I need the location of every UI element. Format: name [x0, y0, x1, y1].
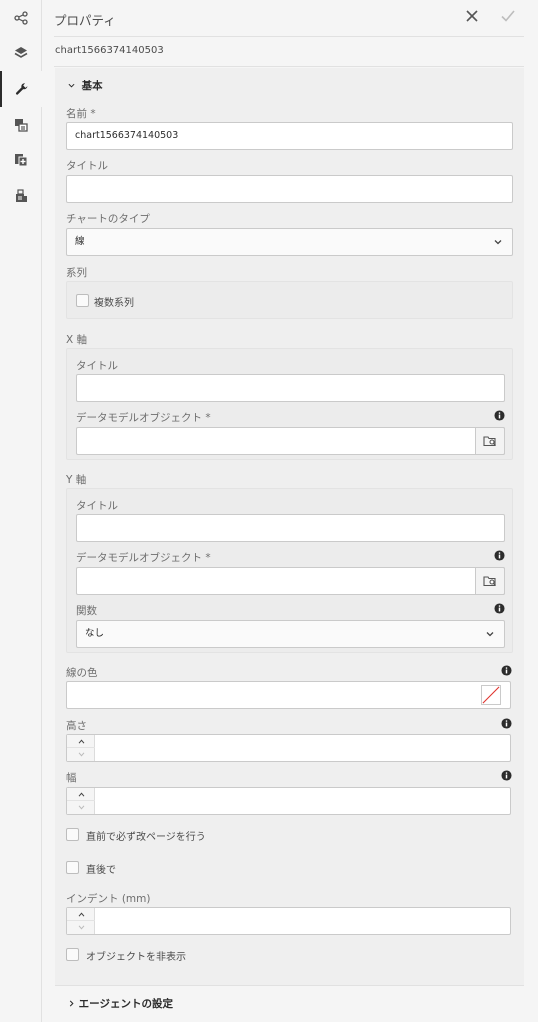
basic-section: 基本 名前 * chart1566374140503 タイトル チャートのタイプ…	[55, 68, 524, 986]
x-axis-data-model-input[interactable]	[76, 427, 505, 455]
page-break-before-label: 直前で必ず改ページを行う	[86, 832, 206, 843]
series-group: 複数系列	[66, 281, 513, 319]
side-rail	[0, 0, 42, 1022]
folder-search-icon	[483, 436, 496, 447]
width-stepper[interactable]	[67, 788, 95, 814]
agent-settings-header[interactable]: エージェントの設定	[68, 996, 173, 1011]
title-label: タイトル	[66, 160, 108, 172]
chevron-down-icon	[68, 80, 78, 92]
name-input[interactable]: chart1566374140503	[66, 122, 513, 150]
form-objects-button[interactable]	[0, 107, 42, 143]
indent-input[interactable]	[66, 907, 511, 935]
layers-icon	[14, 47, 28, 58]
add-page-button[interactable]	[0, 142, 42, 178]
chevron-down-icon	[486, 632, 494, 637]
info-icon[interactable]	[494, 603, 505, 614]
function-select[interactable]: なし	[76, 620, 505, 648]
wrench-icon	[15, 83, 28, 95]
y-axis-data-model-input[interactable]	[76, 567, 505, 595]
close-icon[interactable]	[464, 8, 480, 24]
width-label: 幅	[66, 772, 77, 784]
chevron-up-icon	[78, 791, 84, 796]
page-break-after-checkbox[interactable]	[66, 861, 79, 874]
info-icon[interactable]	[494, 410, 505, 421]
divider	[55, 985, 524, 986]
x-axis-title-label: タイトル	[76, 360, 118, 372]
hide-object-checkbox[interactable]	[66, 948, 79, 961]
indent-stepper[interactable]	[67, 908, 95, 934]
x-axis-group: タイトル データモデルオブジェクト *	[66, 348, 513, 460]
share-button[interactable]	[0, 0, 42, 36]
y-axis-label: Y 軸	[66, 474, 87, 486]
info-icon[interactable]	[501, 770, 512, 781]
info-icon[interactable]	[501, 665, 512, 676]
assets-icon	[16, 189, 27, 202]
divider	[54, 36, 524, 37]
no-color-icon	[482, 686, 500, 704]
series-label: 系列	[66, 267, 87, 279]
increment-button[interactable]	[67, 788, 95, 801]
page-break-after-label: 直後で	[86, 865, 116, 876]
line-color-input[interactable]	[66, 681, 511, 709]
y-axis-title-input[interactable]	[76, 514, 505, 542]
indent-label: インデント (mm)	[66, 893, 151, 905]
add-page-icon	[15, 154, 28, 167]
increment-button[interactable]	[67, 908, 95, 921]
y-axis-title-label: タイトル	[76, 500, 118, 512]
component-id: chart1566374140503	[55, 45, 164, 56]
folder-search-icon	[483, 576, 496, 587]
multi-series-label: 複数系列	[94, 298, 134, 309]
browse-button[interactable]	[475, 567, 505, 595]
height-label: 高さ	[66, 720, 87, 732]
chevron-up-icon	[78, 911, 84, 916]
chevron-down-icon	[78, 925, 84, 930]
line-color-label: 線の色	[66, 667, 98, 679]
browse-button[interactable]	[475, 427, 505, 455]
y-axis-group: タイトル データモデルオブジェクト * 関数 なし	[66, 488, 513, 653]
color-picker-button[interactable]	[481, 685, 501, 705]
properties-panel: プロパティ chart1566374140503 基本 名前 * chart15…	[43, 0, 538, 1022]
function-value: なし	[85, 628, 105, 639]
divider	[54, 66, 524, 67]
decrement-button[interactable]	[67, 921, 95, 934]
function-label: 関数	[76, 605, 97, 617]
chart-type-label: チャートのタイプ	[66, 213, 150, 225]
y-axis-data-model-label: データモデルオブジェクト *	[76, 552, 211, 564]
chevron-down-icon	[494, 240, 502, 245]
basic-section-header[interactable]: 基本	[68, 78, 103, 93]
basic-section-title: 基本	[81, 80, 103, 92]
form-icon	[15, 119, 28, 132]
info-icon[interactable]	[494, 550, 505, 561]
layers-button[interactable]	[0, 35, 42, 71]
name-label: 名前 *	[66, 108, 96, 120]
chevron-down-icon	[78, 805, 84, 810]
width-input[interactable]	[66, 787, 511, 815]
info-icon[interactable]	[501, 718, 512, 729]
x-axis-data-model-label: データモデルオブジェクト *	[76, 412, 211, 424]
chevron-up-icon	[78, 738, 84, 743]
properties-button[interactable]	[0, 71, 42, 107]
height-input[interactable]	[66, 734, 511, 762]
chart-type-select[interactable]: 線	[66, 228, 513, 256]
checkmark-icon[interactable]	[500, 8, 516, 24]
increment-button[interactable]	[67, 735, 95, 748]
panel-header: プロパティ	[43, 0, 538, 36]
chart-type-value: 線	[75, 236, 85, 247]
x-axis-label: X 軸	[66, 334, 88, 346]
chevron-down-icon	[78, 752, 84, 757]
title-input[interactable]	[66, 175, 513, 203]
height-stepper[interactable]	[67, 735, 95, 761]
multi-series-checkbox[interactable]	[76, 294, 89, 307]
share-icon	[14, 11, 28, 25]
decrement-button[interactable]	[67, 748, 95, 761]
decrement-button[interactable]	[67, 801, 95, 814]
chevron-right-icon	[69, 1000, 74, 1007]
panel-title: プロパティ	[54, 13, 116, 28]
page-break-before-checkbox[interactable]	[66, 828, 79, 841]
x-axis-title-input[interactable]	[76, 374, 505, 402]
hide-object-label: オブジェクトを非表示	[86, 952, 186, 963]
agent-settings-title: エージェントの設定	[78, 998, 173, 1010]
assets-button[interactable]	[0, 178, 42, 214]
